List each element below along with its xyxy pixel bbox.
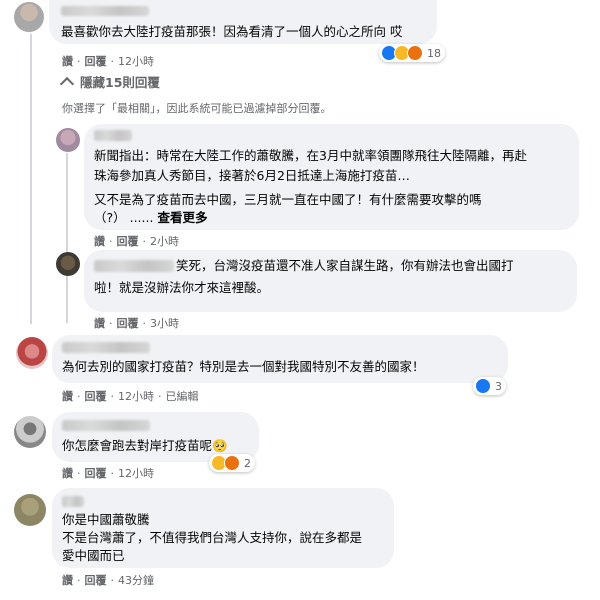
commenter-name-blurred[interactable]: [61, 6, 149, 16]
reply-link[interactable]: 回覆: [117, 315, 139, 331]
comment-text: 為何去別的國家打疫苗？特別是去一個對我國特別不友善的國家！: [62, 359, 425, 374]
reply-text-line: 新聞指出：時常在大陸工作的蕭敬騰，在3月中就率領團隊飛往大陸隔離，再赴: [94, 148, 527, 163]
like-link[interactable]: 讚: [94, 233, 105, 249]
see-more-link[interactable]: 查看更多: [157, 210, 207, 225]
commenter-name-blurred[interactable]: [62, 496, 84, 507]
like-link[interactable]: 讚: [62, 388, 73, 404]
comment-text: 最喜歡你去大陸打疫苗那張！因為看清了一個人的心之所向 哎: [61, 24, 403, 39]
reaction-count: 2: [244, 456, 251, 470]
reply-link[interactable]: 回覆: [85, 388, 107, 404]
commenter-name-blurred[interactable]: [62, 342, 150, 353]
angry-reaction-icon: [407, 45, 423, 61]
reply-bubble: 新聞指出：時常在大陸工作的蕭敬騰，在3月中就率領團隊飛往大陸隔離，再赴 珠海參加…: [84, 124, 579, 230]
commenter-name-blurred[interactable]: [62, 420, 150, 431]
avatar[interactable]: [14, 416, 46, 448]
comment-bubble: 你是中國蕭敬騰 不是台灣蕭了，不值得我們台灣人支持你，說在多都是 愛中國而已: [52, 488, 394, 568]
reaction-count: 18: [427, 46, 441, 60]
reply-text-line: 笑死，台灣沒疫苗還不准人家自謀生路，你有辦法也會出國打: [176, 258, 514, 273]
reaction-summary[interactable]: 3: [473, 377, 506, 395]
reply-link[interactable]: 回覆: [85, 572, 107, 588]
reply-text-tail: （?） ......: [94, 210, 154, 225]
filter-note: 你選擇了「最相關」，因此系統可能已過濾掉部分回覆。: [62, 102, 332, 115]
comment-bubble: 為何去別的國家打疫苗？特別是去一個對我國特別不友善的國家！: [52, 335, 508, 383]
timestamp[interactable]: 43分鐘: [118, 572, 154, 588]
comment-text-line: 不是台灣蕭了，不值得我們台灣人支持你，說在多都是: [62, 530, 363, 545]
reply-link[interactable]: 回覆: [85, 53, 107, 69]
timestamp[interactable]: 3小時: [150, 315, 179, 331]
avatar[interactable]: [14, 2, 44, 32]
like-link[interactable]: 讚: [62, 572, 73, 588]
comment-actions: 讚 · 回覆 · 12小時: [62, 53, 154, 69]
reply-text-line: 啦！就是沒辦法你才來這裡酸。: [94, 280, 270, 295]
reply-text-line: （?） ...... 查看更多: [94, 208, 207, 228]
chevron-up-icon: [59, 76, 75, 92]
pleading-emoji: 🥺: [212, 438, 228, 453]
comment-actions: 讚 · 回覆 · 12小時 · 已編輯: [62, 388, 199, 404]
comment-text-line: 你是中國蕭敬騰: [62, 512, 150, 527]
like-reaction-icon: [475, 378, 491, 394]
comment-actions: 讚 · 回覆 · 12小時: [62, 465, 154, 481]
angry-reaction-icon: [224, 455, 240, 471]
like-link[interactable]: 讚: [94, 315, 105, 331]
comment-text-line: 愛中國而已: [62, 548, 125, 563]
timestamp[interactable]: 12小時: [118, 53, 154, 69]
avatar[interactable]: [56, 128, 80, 152]
comment-text-body: 你怎麼會跑去對岸打疫苗呢: [62, 438, 213, 453]
replier-name-blurred[interactable]: [94, 130, 132, 141]
timestamp[interactable]: 12小時: [118, 465, 154, 481]
reply-link[interactable]: 回覆: [117, 233, 139, 249]
avatar[interactable]: [16, 337, 48, 369]
like-link[interactable]: 讚: [62, 53, 73, 69]
reply-bubble: 笑死，台灣沒疫苗還不准人家自謀生路，你有辦法也會出國打 啦！就是沒辦法你才來這裡…: [84, 250, 577, 312]
comment-bubble: 最喜歡你去大陸打疫苗那張！因為看清了一個人的心之所向 哎: [49, 0, 437, 44]
hide-replies-label: 隱藏15則回覆: [80, 75, 160, 90]
comment-actions: 讚 · 回覆 · 43分鐘: [62, 572, 154, 588]
reaction-count: 3: [495, 379, 502, 393]
avatar[interactable]: [14, 494, 46, 526]
thread-line: [66, 153, 68, 323]
comment-text: 你怎麼會跑去對岸打疫苗呢🥺: [62, 436, 228, 456]
avatar[interactable]: [56, 252, 80, 276]
reaction-summary[interactable]: 18: [379, 44, 445, 62]
thread-line: [30, 34, 32, 324]
timestamp[interactable]: 12小時: [118, 388, 154, 404]
reaction-summary[interactable]: 2: [209, 454, 255, 472]
reply-text-line: 珠海參加真人秀節目，接著於6月2日抵達上海施打疫苗…: [94, 168, 410, 183]
replier-name-blurred[interactable]: [94, 260, 174, 272]
edited-label[interactable]: 已編輯: [166, 388, 199, 404]
hide-replies-toggle[interactable]: 隱藏15則回覆: [59, 72, 160, 92]
reply-actions: 讚 · 回覆 · 3小時: [94, 315, 179, 331]
reply-link[interactable]: 回覆: [85, 465, 107, 481]
reply-text-line: 又不是為了疫苗而去中國，三月就一直在中國了！有什麼需要攻擊的嗎: [94, 192, 482, 207]
reply-actions: 讚 · 回覆 · 2小時: [94, 233, 179, 249]
like-link[interactable]: 讚: [62, 465, 73, 481]
timestamp[interactable]: 2小時: [150, 233, 179, 249]
